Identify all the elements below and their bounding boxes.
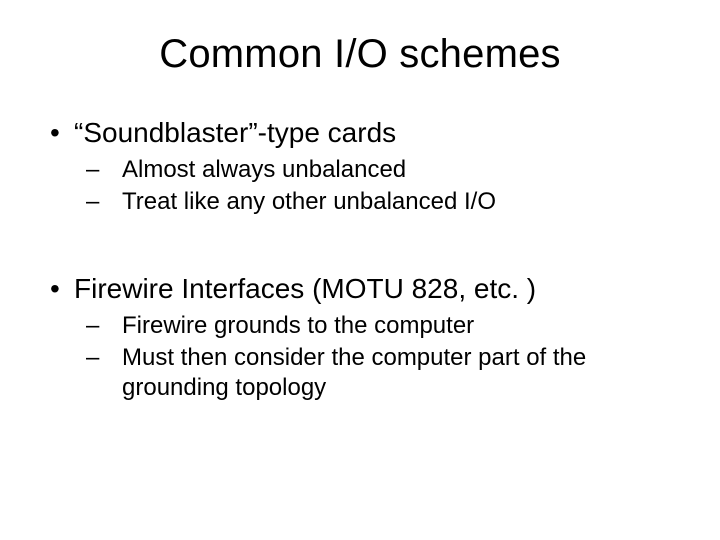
bullet-level2: – Firewire grounds to the computer	[50, 311, 670, 341]
dash-icon: –	[104, 311, 122, 341]
bullet-text: Firewire Interfaces (MOTU 828, etc. )	[74, 273, 536, 304]
bullet-level1: Firewire Interfaces (MOTU 828, etc. )	[50, 273, 670, 305]
dash-icon: –	[104, 187, 122, 217]
sub-bullet-group: – Firewire grounds to the computer – Mus…	[50, 311, 670, 403]
dash-icon: –	[104, 155, 122, 185]
bullet-level1: “Soundblaster”-type cards	[50, 117, 670, 149]
bullet-level2: – Treat like any other unbalanced I/O	[50, 187, 670, 217]
sub-bullet-text: Must then consider the computer part of …	[122, 344, 586, 401]
slide-title: Common I/O schemes	[50, 32, 670, 77]
sub-bullet-text: Almost always unbalanced	[122, 156, 406, 183]
sub-bullet-text: Treat like any other unbalanced I/O	[122, 188, 496, 215]
sub-bullet-text: Firewire grounds to the computer	[122, 312, 474, 339]
slide: Common I/O schemes “Soundblaster”-type c…	[0, 0, 720, 540]
sub-bullet-group: – Almost always unbalanced – Treat like …	[50, 155, 670, 217]
bullet-level2: – Almost always unbalanced	[50, 155, 670, 185]
dash-icon: –	[104, 343, 122, 373]
bullet-text: “Soundblaster”-type cards	[74, 117, 396, 148]
bullet-level2: – Must then consider the computer part o…	[50, 343, 670, 403]
